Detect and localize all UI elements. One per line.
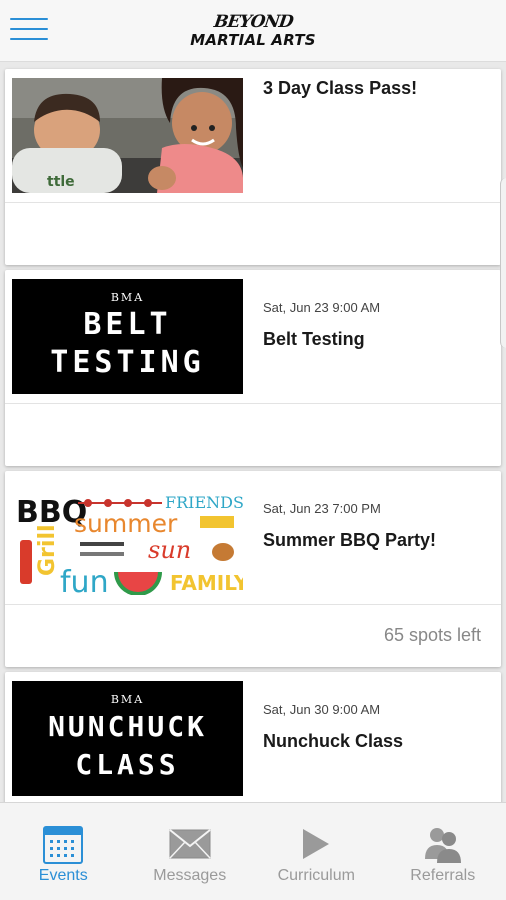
menu-line (10, 28, 48, 30)
event-date: Sat, Jun 30 9:00 AM (263, 702, 381, 717)
event-image-bbq-collage: BBQ FRIENDS summer Grill sun fun FAMILY (12, 480, 243, 595)
tab-curriculum[interactable]: Curriculum (253, 803, 380, 900)
logo-beyond: BEYOND (212, 11, 294, 32)
spots-left: 65 spots left (383, 625, 481, 645)
collage-family: FAMILY (170, 571, 243, 595)
collage-fun: fun (60, 565, 109, 595)
top-bar: BEYOND MARTIAL ARTS (0, 0, 506, 62)
menu-line (10, 38, 48, 40)
tab-messages[interactable]: Messages (127, 803, 254, 900)
tab-label: Curriculum (277, 867, 355, 884)
envelope-icon (168, 823, 212, 865)
calendar-icon (41, 823, 85, 865)
tab-label: Referrals (410, 867, 476, 884)
event-card-footer (5, 202, 501, 265)
poster-line-1: BELT (83, 307, 172, 342)
play-icon (294, 823, 338, 865)
collage-grill: Grill (35, 524, 60, 576)
svg-text:ttle: ttle (47, 174, 75, 190)
event-card[interactable]: BMA BELT TESTING Sat, Jun 23 9:00 AM Bel… (5, 270, 501, 466)
logo-martial-arts: MARTIAL ARTS (190, 30, 316, 49)
event-image-bma-poster: BMA NUNCHUCK CLASS (12, 681, 243, 796)
event-title: Belt Testing (263, 329, 365, 349)
tab-label: Events (38, 867, 88, 884)
event-card[interactable]: BMA NUNCHUCK CLASS Sat, Jun 30 9:00 AM N… (5, 672, 501, 802)
event-card-footer (5, 403, 501, 466)
event-date: Sat, Jun 23 9:00 AM (263, 300, 381, 315)
event-title: 3 Day Class Pass! (263, 78, 418, 98)
event-date: Sat, Jun 23 7:00 PM (263, 501, 381, 516)
event-image-bma-poster: BMA BELT TESTING (12, 279, 243, 394)
event-card[interactable]: ttle 3 Day Class Pass! (5, 69, 501, 265)
event-card-footer: 65 spots left (5, 604, 501, 667)
event-title: Summer BBQ Party! (263, 530, 437, 550)
poster-line-2: CLASS (75, 748, 180, 781)
event-card[interactable]: BBQ FRIENDS summer Grill sun fun FAMILY … (5, 471, 501, 667)
tab-referrals[interactable]: Referrals (380, 803, 506, 900)
hamburger-menu-icon[interactable] (10, 14, 48, 44)
collage-summer: summer (74, 509, 178, 538)
event-title: Nunchuck Class (263, 731, 404, 751)
bottom-tab-bar: Events Messages Curriculum Referrals (0, 802, 506, 900)
event-feed[interactable]: ttle 3 Day Class Pass! BMA BELT TESTING … (0, 62, 506, 802)
app-logo: BEYOND MARTIAL ARTS (190, 11, 316, 49)
poster-line-1: NUNCHUCK (48, 710, 207, 743)
poster-line-2: TESTING (50, 345, 205, 380)
menu-line (10, 18, 48, 20)
collage-sun: sun (148, 536, 191, 564)
event-image-kids-photo: ttle (12, 78, 243, 193)
people-icon (421, 823, 465, 865)
poster-label: BMA (110, 291, 145, 304)
scroll-edge-handle[interactable] (500, 178, 506, 348)
tab-label: Messages (153, 867, 227, 884)
tab-events[interactable]: Events (0, 803, 127, 900)
poster-label: BMA (110, 693, 145, 706)
